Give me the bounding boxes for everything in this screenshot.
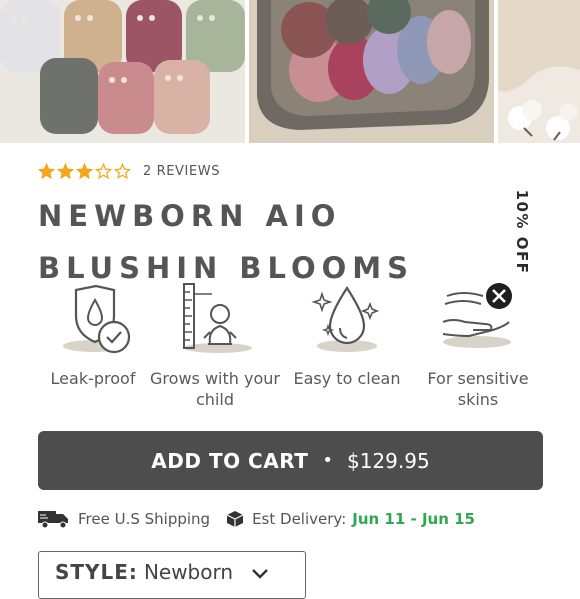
feature-sensitive-label: For sensitive skins: [427, 369, 529, 409]
product-image-gallery[interactable]: [0, 0, 580, 143]
free-shipping-text: Free U.S Shipping: [78, 510, 211, 528]
truck-icon: [38, 511, 68, 529]
reviews-count-link[interactable]: 2 REVIEWS: [143, 164, 220, 179]
rating-stars: [38, 163, 131, 180]
growth-chart-icon: [183, 283, 252, 353]
shipping-info: Free U.S Shipping Est Delivery: Jun 11 -…: [38, 509, 475, 529]
price-separator: •: [322, 450, 333, 471]
product-price: $129.95: [346, 448, 430, 473]
est-delivery-label: Est Delivery:: [252, 510, 347, 528]
star-filled-icon: [57, 163, 74, 180]
add-to-cart-button[interactable]: ADD TO CART • $129.95: [38, 431, 543, 490]
product-title: NEWBORN AIO BLUSHIN BLOOMS: [38, 199, 415, 285]
style-label: STYLE:: [55, 560, 138, 584]
diapers-in-basket-photo[interactable]: [249, 0, 494, 143]
feature-easy-to-clean: Easy to clean: [282, 282, 412, 389]
style-selected-value: Newborn: [143, 560, 234, 584]
leak-proof-icon: [63, 284, 131, 354]
feature-leak-proof-label: Leak-proof: [50, 369, 136, 388]
package-icon: [226, 511, 244, 527]
diaper-collection-photo[interactable]: [0, 0, 245, 143]
feature-grows-label: Grows with your child: [150, 369, 280, 409]
add-to-cart-label: ADD TO CART: [151, 448, 309, 473]
style-dropdown[interactable]: STYLE: Newborn: [38, 551, 306, 599]
star-empty-icon: [95, 163, 112, 180]
delivery-dates: Jun 11 - Jun 15: [352, 510, 475, 528]
sensitive-skin-icon: [442, 283, 512, 348]
star-filled-icon: [38, 163, 55, 180]
cotton-fabric-photo[interactable]: [498, 0, 580, 143]
star-empty-icon: [114, 163, 131, 180]
discount-badge: 10% OFF: [513, 189, 531, 275]
water-drop-icon: [311, 285, 380, 352]
feature-leak-proof: Leak-proof: [28, 282, 158, 389]
star-filled-icon: [76, 163, 93, 180]
feature-easy-clean-label: Easy to clean: [293, 369, 401, 388]
product-rating[interactable]: 2 REVIEWS: [38, 163, 220, 180]
feature-sensitive-skins: For sensitive skins: [413, 282, 543, 410]
chevron-down-icon: [252, 569, 268, 579]
feature-grows-with-child: Grows with your child: [150, 282, 280, 410]
